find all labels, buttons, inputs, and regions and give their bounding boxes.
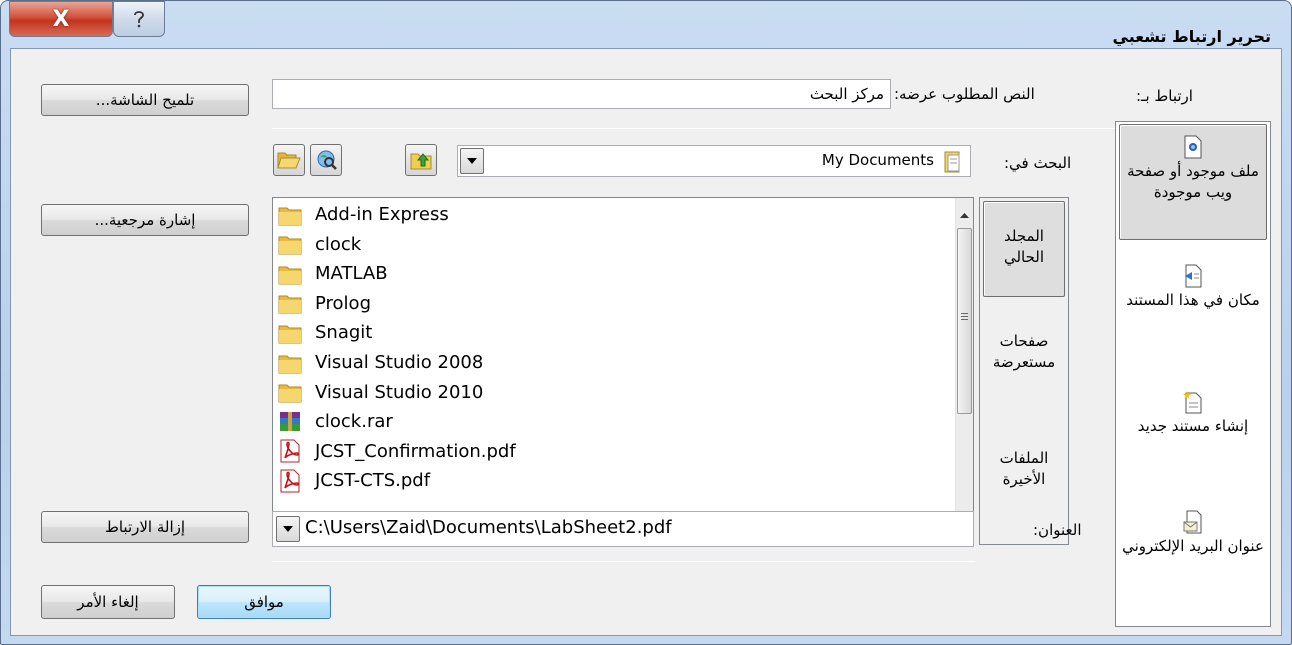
bookmark-button[interactable]: إشارة مرجعية...: [41, 204, 249, 236]
email-address-icon: [1183, 510, 1202, 534]
link-to-label: ارتباط بـ:: [1136, 87, 1193, 105]
folder-icon: [277, 262, 303, 286]
file-list-item[interactable]: Prolog: [277, 289, 371, 318]
rar-archive-icon: [277, 410, 303, 434]
ok-button[interactable]: موافق: [197, 585, 331, 619]
chevron-down-icon: [467, 158, 477, 164]
folder-icon: [277, 203, 303, 227]
file-list-item[interactable]: JCST-CTS.pdf: [277, 466, 430, 495]
link-type-label: مكان في هذا المستند: [1126, 291, 1260, 309]
documents-folder-icon: [944, 151, 960, 173]
file-name: JCST_Confirmation.pdf: [315, 440, 516, 462]
chevron-down-icon: [283, 526, 293, 532]
link-type-existing-file[interactable]: ملف موجود أو صفحة ويب موجودة: [1119, 124, 1267, 240]
browse-web-button[interactable]: [310, 144, 342, 176]
open-folder-icon: [277, 152, 301, 169]
browse-web-icon: [317, 150, 337, 170]
link-type-place-in-document[interactable]: مكان في هذا المستند: [1119, 264, 1267, 354]
up-folder-icon: [410, 153, 432, 170]
folder-icon: [277, 351, 303, 375]
link-to-sidebar: ملف موجود أو صفحة ويب موجودة مكان في هذا…: [1115, 121, 1271, 627]
file-name: Visual Studio 2010: [315, 381, 484, 403]
file-list-item[interactable]: JCST_Confirmation.pdf: [277, 437, 516, 466]
window-title: تحرير ارتباط تشعبي: [1112, 27, 1272, 46]
look-in-value: My Documents: [821, 151, 934, 169]
address-label: العنوان:: [1033, 521, 1082, 539]
up-one-folder-button[interactable]: [405, 144, 437, 176]
place-label: صفحات مستعرضة: [992, 332, 1056, 371]
file-name: Visual Studio 2008: [315, 352, 484, 373]
file-name: MATLAB: [315, 263, 388, 285]
close-icon: X: [52, 6, 70, 32]
place-browsed-pages[interactable]: صفحات مستعرضة: [983, 323, 1065, 403]
link-type-email-address[interactable]: عنوان البريد الإلكتروني: [1119, 510, 1267, 600]
display-text-field[interactable]: مركز البحث: [272, 79, 891, 109]
place-label: المجلد الحالي: [1003, 227, 1045, 266]
folder-icon: [277, 380, 303, 404]
file-list-item[interactable]: Visual Studio 2008: [277, 348, 483, 377]
file-name: clock: [315, 233, 362, 255]
file-name: Prolog: [315, 292, 371, 314]
place-recent-files[interactable]: الملفات الأخيرة: [983, 424, 1065, 514]
close-button[interactable]: X: [9, 1, 113, 37]
screentip-button[interactable]: تلميح الشاشة...: [41, 84, 249, 116]
remove-link-button[interactable]: إزالة الارتباط: [41, 511, 249, 543]
address-field[interactable]: C:\Users\Zaid\Documents\LabSheet2.pdf: [272, 511, 974, 547]
existing-file-icon: [1184, 135, 1202, 159]
folder-icon: [277, 232, 303, 256]
file-name: clock.rar: [315, 411, 393, 433]
file-name: JCST-CTS.pdf: [315, 470, 431, 492]
help-icon: [134, 11, 144, 28]
file-list-item[interactable]: Visual Studio 2010: [277, 378, 483, 407]
scroll-thumb[interactable]: [957, 228, 972, 414]
pdf-file-icon: [277, 469, 303, 493]
browse-file-button[interactable]: [273, 144, 305, 176]
link-type-label: إنشاء مستند جديد: [1137, 417, 1249, 435]
file-list-scrollbar[interactable]: [955, 198, 973, 544]
file-list-item[interactable]: Snagit: [277, 318, 372, 347]
hyperlink-dialog: X تحرير ارتباط تشعبي ارتباط بـ: النص الم…: [0, 0, 1292, 645]
scroll-up-arrow[interactable]: [960, 204, 969, 222]
display-text-label: النص المطلوب عرضه:: [894, 85, 1035, 103]
look-in-label: البحث في:: [1004, 154, 1072, 172]
file-list[interactable]: Add-in Express clock MATLAB Prolog Snagit Vis…: [272, 197, 974, 545]
separator: [272, 561, 975, 562]
link-type-label: عنوان البريد الإلكتروني: [1122, 537, 1264, 555]
help-button[interactable]: [113, 1, 165, 37]
file-list-item[interactable]: clock.rar: [277, 407, 393, 436]
folder-icon: [277, 321, 303, 345]
look-in-dropdown[interactable]: My Documents: [457, 145, 971, 177]
address-dropdown-button[interactable]: [276, 516, 300, 542]
pdf-file-icon: [277, 439, 303, 463]
look-in-dropdown-button[interactable]: [460, 148, 484, 174]
link-type-new-document[interactable]: إنشاء مستند جديد: [1119, 390, 1267, 480]
title-bar: X تحرير ارتباط تشعبي: [1, 1, 1291, 49]
places-bar: المجلد الحالي صفحات مستعرضة الملفات الأخ…: [979, 197, 1069, 545]
cancel-button[interactable]: إلغاء الأمر: [41, 585, 175, 619]
place-current-folder[interactable]: المجلد الحالي: [983, 201, 1065, 297]
display-text-value: مركز البحث: [809, 85, 884, 103]
place-in-document-icon: [1185, 264, 1202, 288]
place-label: الملفات الأخيرة: [999, 449, 1049, 488]
file-list-item[interactable]: MATLAB: [277, 259, 388, 288]
file-list-item[interactable]: clock: [277, 230, 361, 259]
separator: [272, 128, 1115, 129]
link-type-label: ملف موجود أو صفحة ويب موجودة: [1127, 162, 1259, 201]
new-document-icon: [1183, 391, 1202, 414]
address-value: C:\Users\Zaid\Documents\LabSheet2.pdf: [305, 517, 672, 538]
dialog-body: ارتباط بـ: النص المطلوب عرضه: مركز البحث…: [10, 48, 1282, 636]
file-name: Add-in Express: [315, 204, 449, 225]
file-name: Snagit: [315, 322, 373, 344]
file-list-item[interactable]: Add-in Express: [277, 200, 449, 229]
folder-icon: [277, 291, 303, 315]
